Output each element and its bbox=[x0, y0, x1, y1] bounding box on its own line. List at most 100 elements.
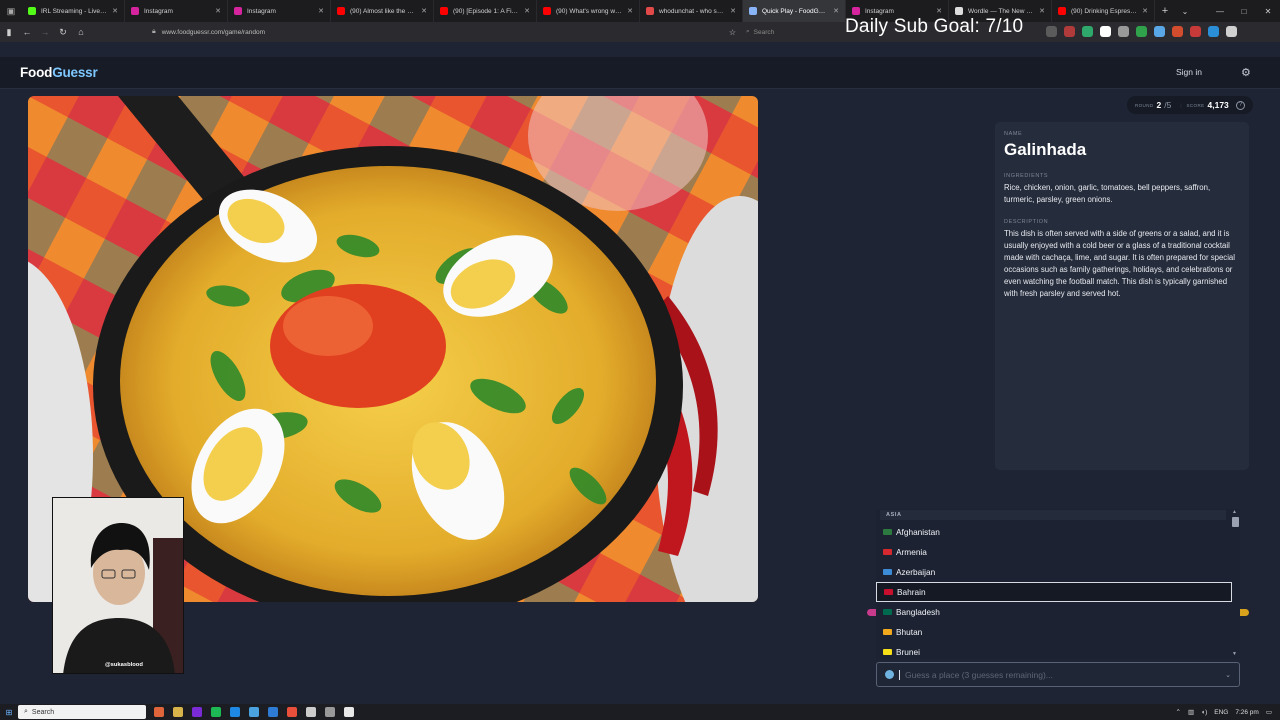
scroll-down-icon[interactable]: ▼ bbox=[1232, 651, 1237, 657]
tab-title: (90) [Episode 1: A Fighting C bbox=[453, 7, 519, 15]
foodguessr-logo[interactable]: FoodGuessr bbox=[20, 65, 98, 80]
country-option[interactable]: Bangladesh bbox=[876, 602, 1232, 622]
taskbar-app-icon[interactable] bbox=[249, 707, 259, 717]
forward-icon[interactable]: → bbox=[36, 27, 54, 37]
guess-input[interactable]: Guess a place (3 guesses remaining)... ⌄ bbox=[876, 662, 1240, 687]
country-option[interactable]: Bahrain bbox=[876, 582, 1232, 602]
country-option[interactable]: Armenia bbox=[876, 542, 1232, 562]
tab-favicon-icon bbox=[440, 7, 448, 15]
country-option[interactable]: Azerbaijan bbox=[876, 562, 1232, 582]
language-indicator[interactable]: ENG bbox=[1214, 709, 1228, 716]
tab-close-icon[interactable]: ✕ bbox=[730, 7, 736, 15]
tab-close-icon[interactable]: ✕ bbox=[627, 7, 633, 15]
flag-icon bbox=[883, 609, 892, 615]
sub-goal-overlay: Daily Sub Goal: 7/10 bbox=[845, 16, 1024, 37]
sidebar-toggle-icon[interactable]: ▮ bbox=[0, 27, 18, 38]
extension-icon[interactable] bbox=[1154, 26, 1165, 37]
tab-close-icon[interactable]: ✕ bbox=[318, 7, 324, 15]
browser-tab[interactable]: (90) Drinking Espresso from ✕ bbox=[1052, 0, 1155, 22]
browser-tab[interactable]: Instagram ✕ bbox=[228, 0, 331, 22]
browser-tab[interactable]: (90) [Episode 1: A Fighting C ✕ bbox=[434, 0, 537, 22]
streamer-webcam: @sukasblood bbox=[52, 497, 184, 674]
taskbar-app-icon[interactable] bbox=[306, 707, 316, 717]
new-tab-button[interactable]: + bbox=[1155, 5, 1175, 17]
browser-tab[interactable]: Instagram ✕ bbox=[125, 0, 228, 22]
tab-close-icon[interactable]: ✕ bbox=[524, 7, 530, 15]
extension-icon[interactable] bbox=[1190, 26, 1201, 37]
tab-close-icon[interactable]: ✕ bbox=[833, 7, 839, 15]
country-option[interactable]: Bhutan bbox=[876, 622, 1232, 642]
taskbar-app-icon[interactable] bbox=[211, 707, 221, 717]
extension-icon[interactable] bbox=[1118, 26, 1129, 37]
taskbar-app-icon[interactable] bbox=[268, 707, 278, 717]
guess-placeholder: Guess a place (3 guesses remaining)... bbox=[905, 669, 1053, 680]
flag-icon bbox=[883, 569, 892, 575]
tab-close-icon[interactable]: ✕ bbox=[215, 7, 221, 15]
notification-icon[interactable]: ▭ bbox=[1266, 708, 1272, 716]
list-scrollbar[interactable]: ▲ ▼ bbox=[1231, 509, 1240, 659]
region-header: ASIA bbox=[886, 512, 902, 518]
tab-favicon-icon bbox=[646, 7, 654, 15]
tab-close-icon[interactable]: ✕ bbox=[112, 7, 118, 15]
clock[interactable]: 7:26 pm bbox=[1235, 709, 1259, 716]
browser-tab[interactable]: Quick Play - FoodGuessr ✕ bbox=[743, 0, 846, 22]
maximize-icon[interactable]: □ bbox=[1232, 0, 1256, 22]
taskbar-app-icon[interactable] bbox=[192, 707, 202, 717]
lock-icon: 🔒︎ bbox=[152, 28, 156, 35]
description-text: This dish is often served with a side of… bbox=[1004, 229, 1235, 298]
network-icon[interactable]: ▥ bbox=[1188, 708, 1194, 716]
system-tray: ⌃ ▥ ◖) ENG 7:26 pm ▭ bbox=[1176, 704, 1272, 720]
extension-icon[interactable] bbox=[1046, 26, 1057, 37]
tab-title: whodunchat - who said it in bbox=[659, 7, 726, 15]
browser-tab[interactable]: (90) Almost like the sect lea ✕ bbox=[331, 0, 434, 22]
window-menu-icon[interactable]: ▣ bbox=[0, 0, 22, 22]
extension-icon[interactable] bbox=[1208, 26, 1219, 37]
address-bar[interactable]: 🔒︎ www.foodguessr.com/game/random ☆ bbox=[152, 25, 742, 39]
taskbar-search[interactable]: ⌕ Search bbox=[18, 705, 146, 719]
extension-icon[interactable] bbox=[1064, 26, 1075, 37]
taskbar-app-icon[interactable] bbox=[287, 707, 297, 717]
scroll-thumb[interactable] bbox=[1232, 517, 1239, 527]
windows-start-icon[interactable]: ⊞ bbox=[0, 708, 18, 717]
country-option[interactable]: Afghanistan bbox=[876, 522, 1232, 542]
volume-icon[interactable]: ◖) bbox=[1201, 709, 1207, 716]
bookmark-star-icon[interactable]: ☆ bbox=[729, 28, 736, 37]
scroll-up-icon[interactable]: ▲ bbox=[1232, 509, 1237, 515]
reload-icon[interactable]: ↻ bbox=[54, 27, 72, 38]
browser-tab[interactable]: IRL Streaming - Live Stream ✕ bbox=[22, 0, 125, 22]
extension-icon[interactable] bbox=[1100, 26, 1111, 37]
taskbar-app-icon[interactable] bbox=[325, 707, 335, 717]
country-dropdown-list: ASIA Afghanistan Armenia Azerbaijan Bahrain… bbox=[876, 509, 1240, 659]
extension-icon[interactable] bbox=[1172, 26, 1183, 37]
taskbar-app-icon[interactable] bbox=[154, 707, 164, 717]
back-icon[interactable]: ← bbox=[18, 27, 36, 37]
taskbar-app-icon[interactable] bbox=[344, 707, 354, 717]
tray-chevron-icon[interactable]: ⌃ bbox=[1176, 708, 1181, 716]
country-option[interactable]: Brunei bbox=[876, 642, 1232, 659]
extension-icon[interactable] bbox=[1082, 26, 1093, 37]
home-icon[interactable]: ⌂ bbox=[72, 27, 90, 37]
taskbar-app-icon[interactable] bbox=[173, 707, 183, 717]
extension-icon[interactable] bbox=[1136, 26, 1147, 37]
tab-close-icon[interactable]: ✕ bbox=[421, 7, 427, 15]
tab-list-chevron-icon[interactable]: ⌄ bbox=[1175, 7, 1195, 16]
webcam-image bbox=[53, 498, 183, 673]
sign-in-button[interactable]: Sign in bbox=[1176, 67, 1202, 77]
help-icon[interactable]: ? bbox=[1236, 100, 1245, 110]
chevron-down-icon[interactable]: ⌄ bbox=[1225, 671, 1231, 679]
browser-toolbar: ▮ ← → ↻ ⌂ 🔒︎ www.foodguessr.com/game/ran… bbox=[0, 22, 1280, 42]
close-window-icon[interactable]: ✕ bbox=[1256, 0, 1280, 22]
browser-tab[interactable]: whodunchat - who said it in ✕ bbox=[640, 0, 743, 22]
round-total: /5 bbox=[1164, 100, 1172, 110]
tab-close-icon[interactable]: ✕ bbox=[936, 7, 942, 15]
settings-gear-icon[interactable]: ⚙ bbox=[1241, 66, 1251, 79]
tab-close-icon[interactable]: ✕ bbox=[1039, 7, 1045, 15]
tab-favicon-icon bbox=[234, 7, 242, 15]
browser-tab[interactable]: (90) What's wrong with my ✕ bbox=[537, 0, 640, 22]
extension-icon[interactable] bbox=[1226, 26, 1237, 37]
tab-close-icon[interactable]: ✕ bbox=[1142, 7, 1148, 15]
minimize-icon[interactable]: — bbox=[1208, 0, 1232, 22]
taskbar-app-icon[interactable] bbox=[230, 707, 240, 717]
round-value: 2 bbox=[1156, 100, 1162, 110]
browser-search-box[interactable]: ⌕ Search bbox=[746, 25, 841, 39]
